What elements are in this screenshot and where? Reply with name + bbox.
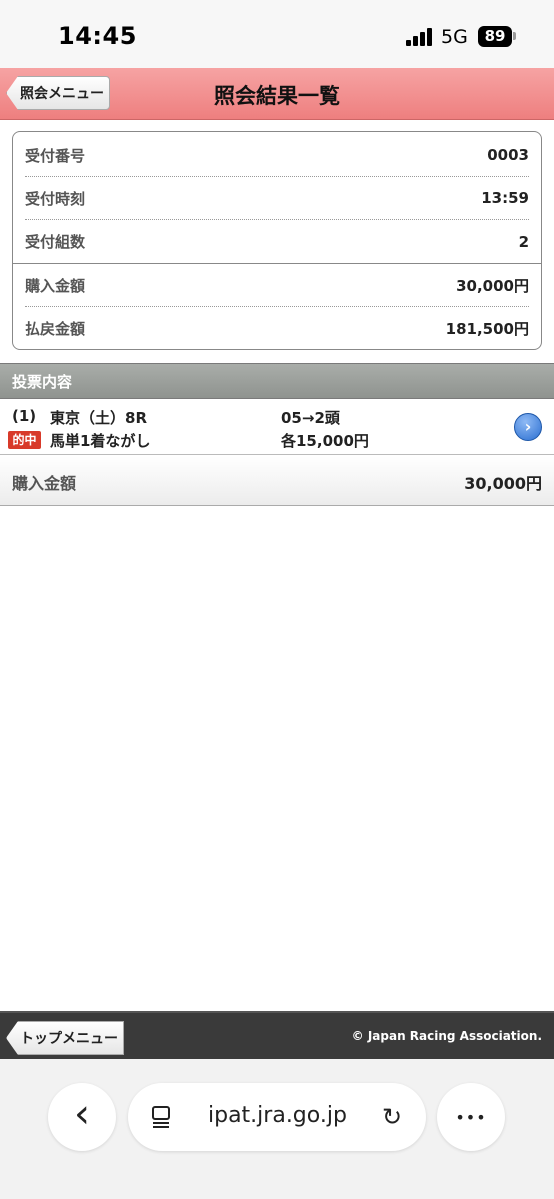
address-bar[interactable]: ipat.jra.go.jp ↻ bbox=[128, 1083, 426, 1151]
info-row-receipt-time: 受付時刻 13:59 bbox=[25, 177, 529, 220]
bet-venue: 東京（土）8R bbox=[50, 409, 147, 427]
battery-nub bbox=[513, 32, 516, 40]
browser-toolbar: ‹ ipat.jra.go.jp ↻ ••• bbox=[0, 1059, 554, 1199]
url-text: ipat.jra.go.jp bbox=[208, 1103, 347, 1128]
browser-back-button[interactable]: ‹ bbox=[48, 1083, 116, 1151]
chevron-right-icon[interactable]: › bbox=[514, 413, 542, 441]
hit-badge: 的中 bbox=[8, 431, 41, 449]
reload-icon[interactable]: ↻ bbox=[382, 1103, 402, 1131]
info-value: 181,500円 bbox=[445, 320, 529, 338]
chevron-left-icon: ‹ bbox=[74, 1091, 90, 1137]
info-label: 受付番号 bbox=[25, 146, 86, 165]
copyright-text: © Japan Racing Association. bbox=[351, 1029, 542, 1043]
bet-content-section-header: 投票内容 bbox=[0, 363, 554, 399]
status-bar: 14:45 5G 89 bbox=[0, 0, 554, 68]
page-header: 照会メニュー 照会結果一覧 bbox=[0, 68, 554, 120]
receipt-info-box: 受付番号 0003 受付時刻 13:59 受付組数 2 購入金額 30,000円… bbox=[12, 131, 542, 350]
info-label: 購入金額 bbox=[25, 276, 86, 295]
info-label: 払戻金額 bbox=[25, 320, 86, 338]
info-label: 受付組数 bbox=[25, 233, 86, 251]
total-value: 30,000円 bbox=[464, 474, 542, 493]
bet-amount: 各15,000円 bbox=[281, 432, 369, 450]
info-label: 受付時刻 bbox=[25, 189, 86, 208]
bet-number: (1) bbox=[12, 407, 37, 425]
info-value: 13:59 bbox=[481, 189, 529, 207]
signal-strength-icon bbox=[406, 28, 434, 46]
network-type: 5G bbox=[441, 26, 468, 48]
bet-combination: 05→2頭 bbox=[281, 409, 340, 427]
bet-list-item[interactable]: (1) 東京（土）8R 05→2頭 的中 馬単1着ながし 各15,000円 bbox=[0, 400, 554, 455]
info-row-purchase-amount: 購入金額 30,000円 bbox=[25, 264, 529, 307]
top-menu-button[interactable]: トップメニュー bbox=[6, 1021, 124, 1055]
info-value: 30,000円 bbox=[456, 276, 529, 295]
reader-icon bbox=[152, 1106, 170, 1128]
more-options-icon: ••• bbox=[455, 1107, 487, 1127]
page-title: 照会結果一覧 bbox=[214, 84, 340, 108]
total-purchase-row: 購入金額 30,000円 bbox=[0, 456, 554, 506]
browser-more-button[interactable]: ••• bbox=[437, 1083, 505, 1151]
page-footer: トップメニュー © Japan Racing Association. bbox=[0, 1011, 554, 1059]
info-row-payout-amount: 払戻金額 181,500円 bbox=[25, 307, 529, 350]
bet-type: 馬単1着ながし bbox=[50, 432, 151, 450]
info-value: 0003 bbox=[487, 146, 529, 164]
info-row-receipt-count: 受付組数 2 bbox=[25, 220, 529, 263]
status-time: 14:45 bbox=[58, 22, 137, 50]
total-label: 購入金額 bbox=[12, 474, 77, 493]
info-row-receipt-number: 受付番号 0003 bbox=[25, 134, 529, 177]
battery-icon: 89 bbox=[478, 26, 512, 47]
info-value: 2 bbox=[518, 232, 529, 251]
